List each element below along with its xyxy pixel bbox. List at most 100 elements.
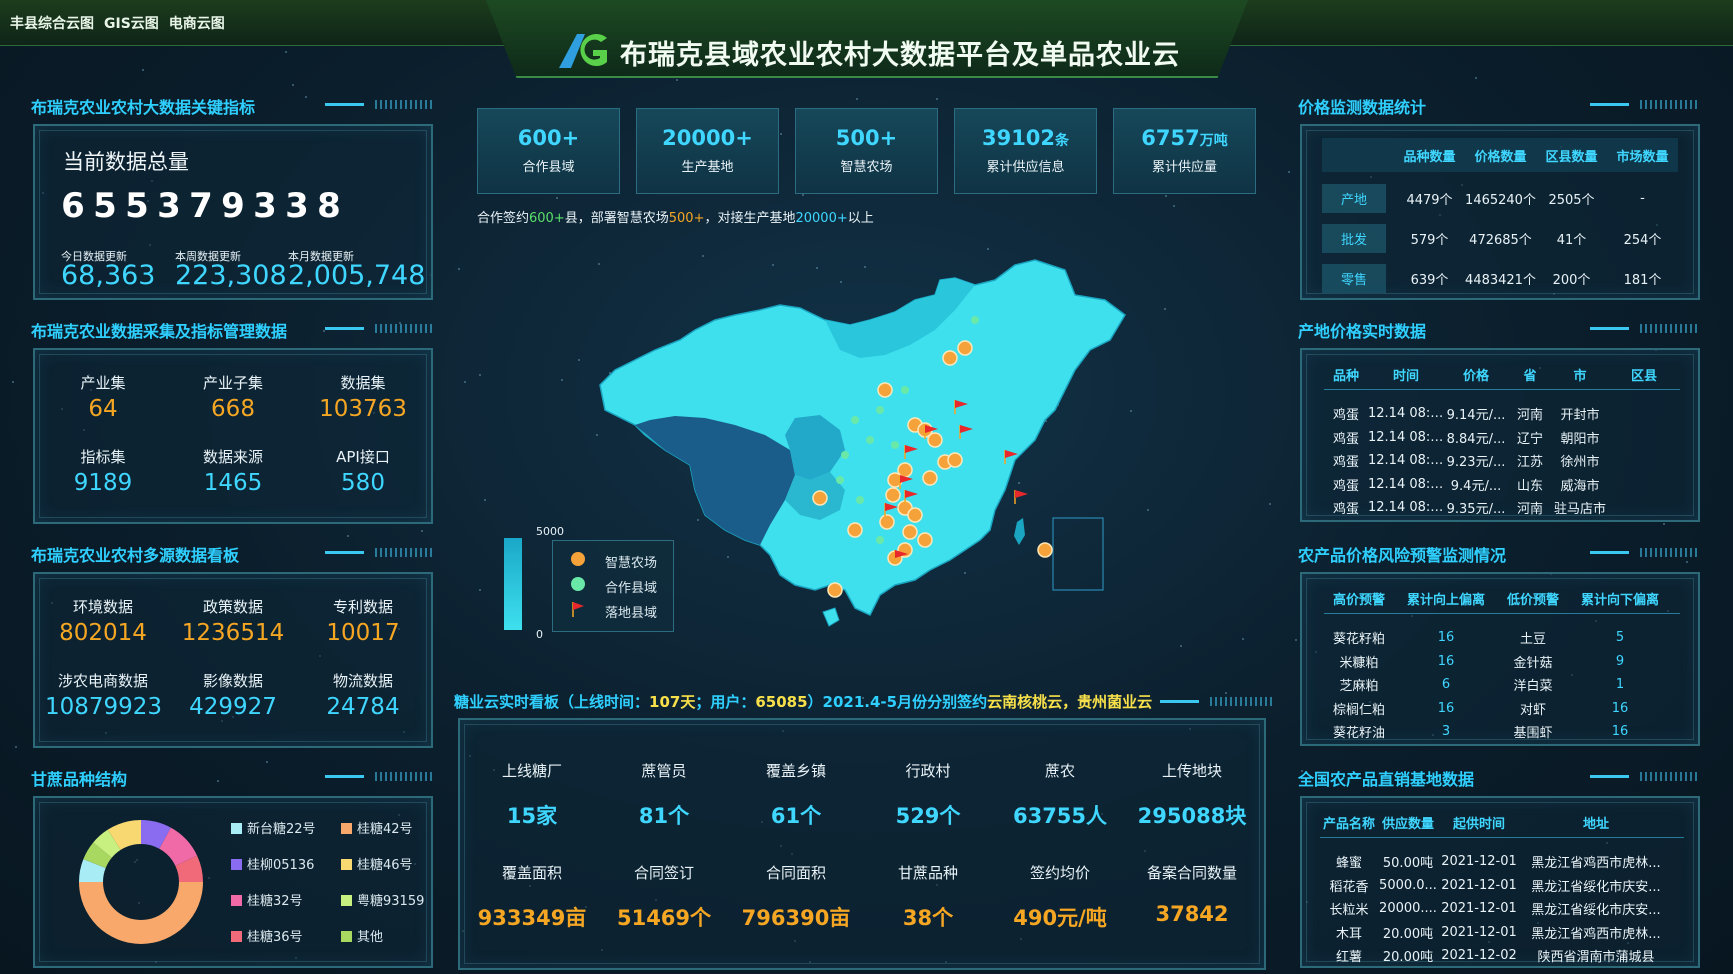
smart-farm-marker[interactable] (922, 470, 938, 486)
table-header-cell: 供应数量 (1381, 817, 1434, 832)
origin-price-header: 品种 时间 价格 省 市 区县 (1324, 360, 1680, 390)
variety-legend-item[interactable]: 其他 (341, 926, 383, 945)
deco-tick (1679, 548, 1682, 557)
deco-tick (1694, 324, 1697, 333)
variety-legend-item[interactable]: 桂糖42号 (341, 818, 413, 837)
cooperation-county-marker[interactable] (841, 451, 849, 459)
table-cell: 基围虾 (1513, 726, 1553, 742)
deco-tick (399, 324, 402, 333)
table-row[interactable]: 长粒米 20000.... 2021-12-01 黑龙江省绥化市庆安... (1320, 897, 1684, 921)
cooperation-county-marker[interactable] (971, 316, 979, 324)
map-region-taiwan[interactable] (1014, 518, 1025, 545)
variety-legend-item[interactable]: 桂糖32号 (231, 890, 303, 909)
smart-farm-marker[interactable] (827, 582, 843, 598)
table-cell: 棕榈仁粕 (1332, 702, 1385, 718)
deco-tick (1210, 697, 1213, 706)
legend-label-cooperation[interactable]: 合作县域 (605, 577, 657, 596)
donut-slice-1[interactable] (79, 882, 203, 944)
cooperation-county-marker[interactable] (876, 536, 884, 544)
cooperation-county-marker[interactable] (866, 436, 874, 444)
deco-tick (1654, 100, 1657, 109)
table-row[interactable]: 芝麻粕 6 洋白菜 1 (1324, 673, 1680, 697)
legend-label-smart-farm[interactable]: 智慧农场 (605, 552, 657, 571)
page-title: 布瑞克县域农业农村大数据平台及单品农业云 (620, 40, 1180, 71)
top-link-ecommerce[interactable]: 电商云图 (169, 13, 225, 33)
table-row[interactable]: 产地 4479个 1465240个 2505个 - (1322, 178, 1678, 218)
smart-farm-marker[interactable] (907, 507, 923, 523)
smart-farm-marker[interactable] (879, 514, 895, 530)
star (478, 588, 481, 591)
multisource-item-label: 专利数据 (332, 598, 393, 616)
map-region-hainan[interactable] (822, 607, 840, 627)
cooperation-county-marker[interactable] (836, 476, 844, 484)
table-row[interactable]: 鸡蛋 12.14 08:15 9.23元/... 江苏 徐州市 (1324, 449, 1680, 473)
table-row[interactable]: 葵花籽油 3 基围虾 16 (1324, 720, 1680, 744)
cooperation-county-marker[interactable] (891, 441, 899, 449)
kpi-number: 600+ (517, 126, 580, 150)
smart-farm-marker[interactable] (917, 532, 933, 548)
table-row[interactable]: 鸡蛋 12.14 08:15 8.84元/... 辽宁 朝阳市 (1324, 426, 1680, 450)
landed-county-flag[interactable] (1014, 490, 1028, 504)
smart-farm-marker[interactable] (885, 487, 901, 503)
table-cell: 16 (1611, 700, 1629, 716)
cooperation-county-marker[interactable] (856, 496, 864, 504)
multisource-item-value: 1236514 (181, 620, 285, 646)
cooperation-county-marker[interactable] (851, 416, 859, 424)
variety-legend-item[interactable]: 桂糖36号 (231, 926, 303, 945)
table-row[interactable]: 稻花香 5000.0... 2021-12-01 黑龙江省绥化市庆安... (1320, 874, 1684, 898)
table-cell: 土豆 (1519, 632, 1546, 648)
multisource-item-label: 影像数据 (202, 672, 263, 690)
collection-item-label: 数据来源 (202, 448, 263, 466)
table-row[interactable]: 鸡蛋 12.14 08:15 9.35元/... 河南 驻马店市 (1324, 496, 1680, 520)
table-row[interactable]: 零售 639个 4483421个 200个 181个 (1322, 258, 1678, 298)
deco-tick (379, 324, 382, 333)
table-row[interactable]: 蜂蜜 50.00吨 2021-12-01 黑龙江省鸡西市虎林... (1320, 850, 1684, 874)
risk-table: 高价预警 累计向上偏离 低价预警 累计向下偏离 葵花籽粕 16 土豆 5 米糠粕 16 金针菇 9 芝麻… (1324, 584, 1680, 744)
smart-farm-marker[interactable] (847, 522, 863, 538)
smart-farm-marker[interactable] (947, 452, 963, 468)
smart-farm-marker[interactable] (927, 432, 943, 448)
china-map[interactable] (595, 240, 1135, 660)
star (560, 378, 563, 381)
table-row[interactable]: 鸡蛋 12.14 08:15 9.4元/... 山东 威海市 (1324, 473, 1680, 497)
legend-label: 其他 (357, 930, 384, 945)
multisource-item-label: 物流数据 (332, 672, 393, 690)
summary-text: 合作签约 (477, 211, 530, 226)
table-row[interactable]: 鸡蛋 12.14 08:15 9.14元/... 河南 开封市 (1324, 402, 1680, 426)
smart-farm-marker[interactable] (1037, 542, 1053, 558)
table-row[interactable]: 红薯 20.00吨 2021-12-02 陕西省渭南市蒲城县 (1320, 944, 1684, 968)
deco-tick (404, 772, 407, 781)
variety-legend-item[interactable]: 桂糖46号 (341, 854, 413, 873)
smart-farm-marker[interactable] (812, 490, 828, 506)
deco-tick (1699, 772, 1700, 781)
cooperation-county-marker[interactable] (876, 406, 884, 414)
deco-tick (1674, 100, 1677, 109)
variety-legend-item[interactable]: 粤糖93159 (341, 890, 424, 909)
table-cell: 米糠粕 (1339, 655, 1379, 671)
cooperation-county-legend-icon (571, 577, 585, 591)
smart-farm-marker[interactable] (957, 340, 973, 356)
table-row[interactable]: 葵花籽粕 16 土豆 5 (1324, 626, 1680, 650)
variety-legend-item[interactable]: 新台糖22号 (231, 818, 316, 837)
summary-farms: 500+ (668, 211, 705, 226)
legend-label-landed[interactable]: 落地县域 (605, 602, 657, 621)
section-title-bases: 全国农产品直销基地数据 (1298, 770, 1475, 789)
variety-legend-item[interactable]: 桂柳05136 (231, 854, 314, 873)
smart-farm-marker[interactable] (902, 524, 918, 540)
table-row[interactable]: 米糠粕 16 金针菇 9 (1324, 650, 1680, 674)
sugar-item-label: 甘蔗品种 (897, 864, 958, 882)
table-row[interactable]: 木耳 20.00吨 2021-12-01 黑龙江省鸡西市虎林... (1320, 921, 1684, 945)
smart-farm-marker[interactable] (877, 382, 893, 398)
smart-farm-marker[interactable] (942, 350, 958, 366)
table-cell: 2021-12-01 (1441, 877, 1517, 893)
table-cell: 蜂蜜 (1335, 856, 1362, 872)
star (346, 535, 349, 538)
table-row[interactable]: 棕榈仁粕 16 对虾 16 (1324, 697, 1680, 721)
table-cell: 20.00吨 (1382, 950, 1434, 966)
table-cell: 12.14 08:15 (1368, 406, 1444, 422)
cooperation-county-marker[interactable] (901, 386, 909, 394)
table-row[interactable]: 批发 579个 472685个 41个 254个 (1322, 218, 1678, 258)
top-link-fengxian[interactable]: 丰县综合云图 (10, 13, 94, 33)
legend-label: 桂柳05136 (247, 858, 315, 873)
top-link-gis[interactable]: GIS云图 (104, 13, 159, 33)
